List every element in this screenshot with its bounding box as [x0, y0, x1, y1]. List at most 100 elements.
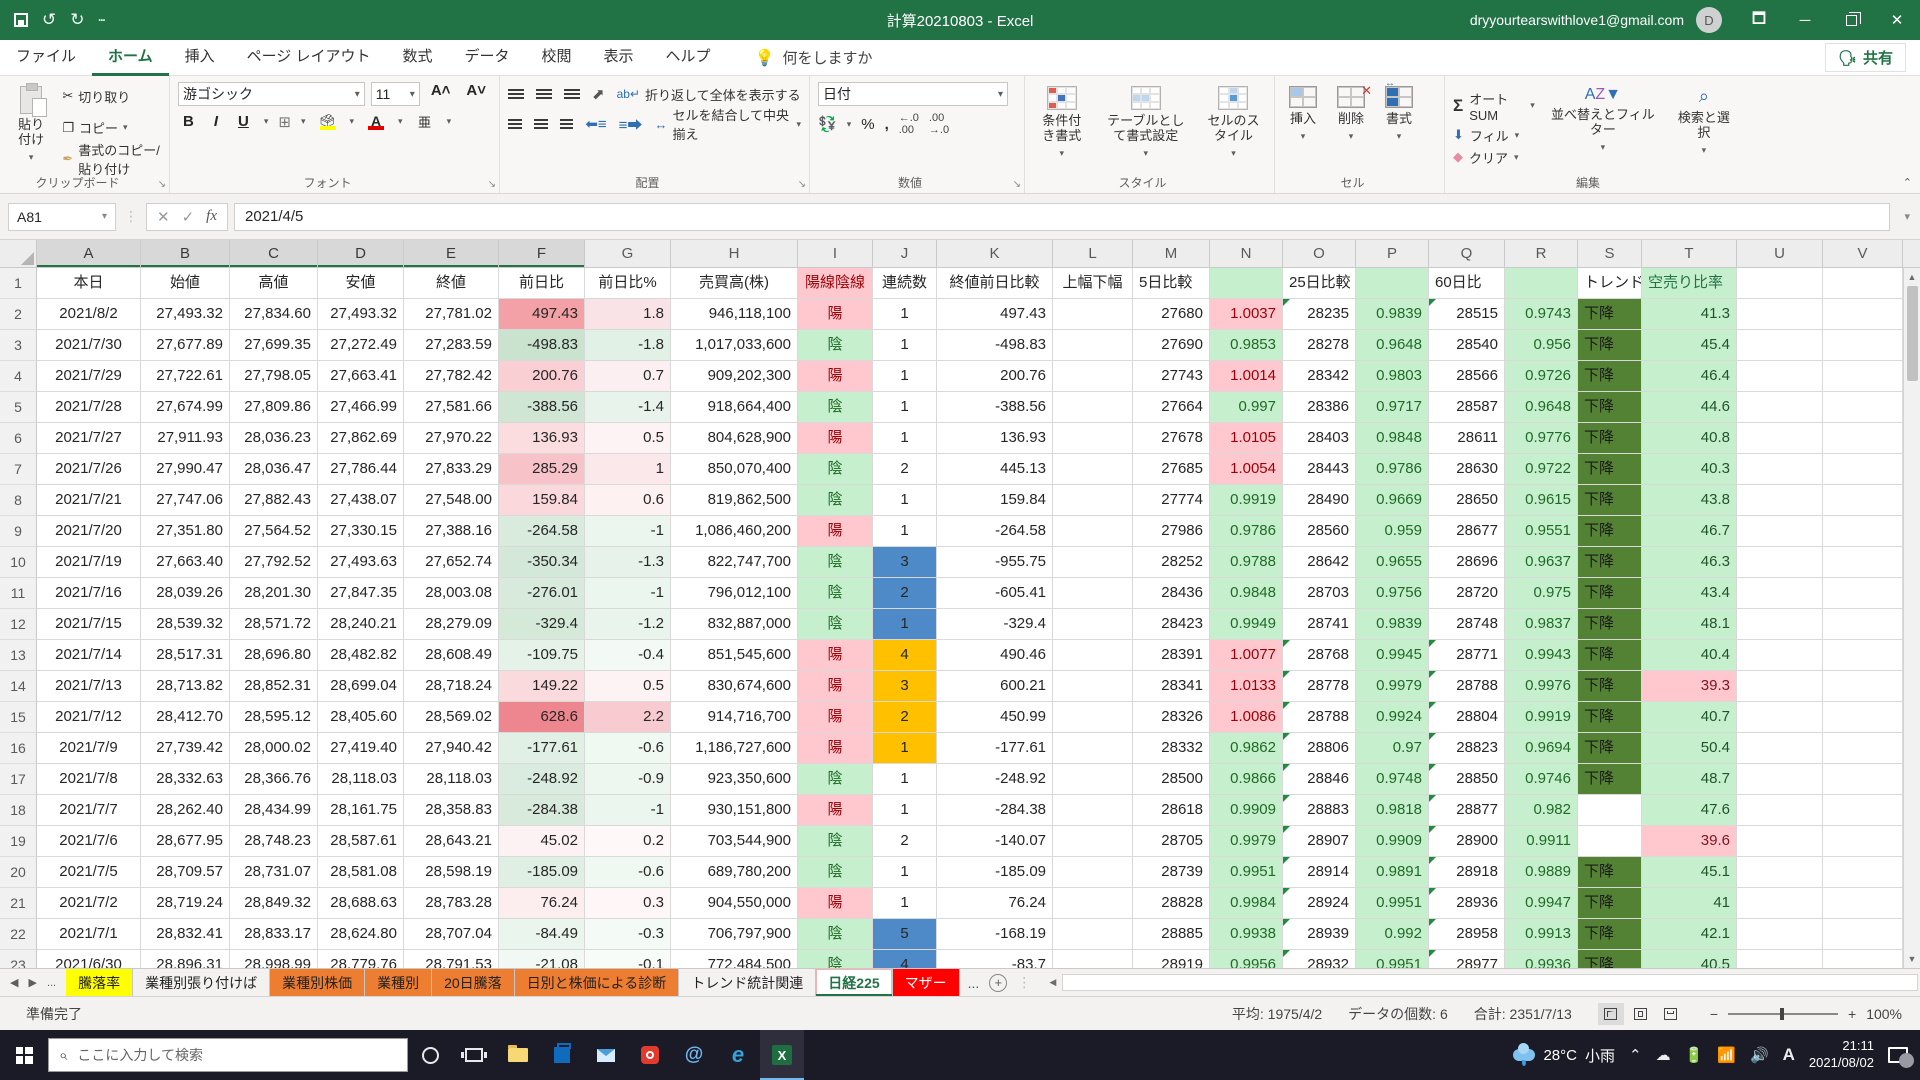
cell[interactable]: 0.9889	[1505, 857, 1578, 888]
cell[interactable]: 0.956	[1505, 330, 1578, 361]
cell-styles-button[interactable]: セルのスタイル▾	[1201, 82, 1266, 173]
cell[interactable]	[1823, 268, 1903, 299]
number-format-combo[interactable]: 日付▾	[818, 82, 1008, 106]
column-header-M[interactable]: M	[1133, 240, 1210, 267]
cell[interactable]: 陽	[798, 733, 873, 764]
row-header-2[interactable]: 2	[0, 299, 37, 330]
customize-qat-icon[interactable]: ┅	[99, 14, 106, 27]
cell[interactable]: 28705	[1133, 826, 1210, 857]
tell-me-box[interactable]: 💡 何をしますか	[755, 47, 873, 68]
cell[interactable]: 28778	[1283, 671, 1356, 702]
cell[interactable]: 804,628,900	[671, 423, 798, 454]
cell[interactable]: 2021/7/13	[37, 671, 141, 702]
cell[interactable]: 28,624.80	[318, 919, 404, 950]
column-header-F[interactable]: F	[499, 240, 585, 267]
cell[interactable]: 0.3	[585, 888, 671, 919]
cell[interactable]: 28900	[1429, 826, 1505, 857]
cell[interactable]: 陽線陰線	[798, 268, 873, 299]
cell[interactable]: 上幅下幅	[1053, 268, 1133, 299]
cell[interactable]: 下降	[1578, 330, 1642, 361]
cell[interactable]: 2021/7/16	[37, 578, 141, 609]
cell[interactable]	[1737, 361, 1823, 392]
cell[interactable]: 0.9786	[1210, 516, 1283, 547]
cell[interactable]: 27,663.41	[318, 361, 404, 392]
cell[interactable]: 1.0077	[1210, 640, 1283, 671]
cell[interactable]: -1	[585, 795, 671, 826]
cell[interactable]	[1823, 857, 1903, 888]
row-header-7[interactable]: 7	[0, 454, 37, 485]
cell[interactable]: 0.9936	[1505, 950, 1578, 968]
cell[interactable]: 1.0086	[1210, 702, 1283, 733]
cell[interactable]: 28,677.95	[141, 826, 230, 857]
cell[interactable]: 27678	[1133, 423, 1210, 454]
cell[interactable]: 27690	[1133, 330, 1210, 361]
autosum-button[interactable]: Σオート SUM▾	[1453, 89, 1535, 123]
cell[interactable]: 27,677.89	[141, 330, 230, 361]
cell[interactable]: -83.7	[937, 950, 1053, 968]
cell[interactable]	[1053, 330, 1133, 361]
column-header-Q[interactable]: Q	[1429, 240, 1505, 267]
row-header-9[interactable]: 9	[0, 516, 37, 547]
fill-color-icon[interactable]: 🗳	[316, 113, 340, 130]
cell[interactable]: 28804	[1429, 702, 1505, 733]
cell[interactable]: 0.9979	[1210, 826, 1283, 857]
cell[interactable]	[1737, 733, 1823, 764]
cell[interactable]	[1053, 609, 1133, 640]
cell[interactable]	[1823, 950, 1903, 968]
cell[interactable]	[1053, 423, 1133, 454]
sheet-tab-業種別張り付けば[interactable]: 業種別張り付けば	[133, 969, 270, 996]
cut-button[interactable]: ✂切り取り	[62, 84, 161, 108]
cell[interactable]: 0.2	[585, 826, 671, 857]
cell[interactable]	[1737, 640, 1823, 671]
cell[interactable]: 28768	[1283, 640, 1356, 671]
cell[interactable]: 0.9694	[1505, 733, 1578, 764]
vertical-scrollbar[interactable]: ▲ ▼	[1903, 268, 1920, 968]
cell[interactable]: 2021/7/27	[37, 423, 141, 454]
cell[interactable]: 28,240.21	[318, 609, 404, 640]
column-header-T[interactable]: T	[1642, 240, 1737, 267]
normal-view-button[interactable]	[1598, 1003, 1624, 1025]
cell[interactable]: 27986	[1133, 516, 1210, 547]
cell[interactable]: 下降	[1578, 516, 1642, 547]
excel-taskbar-icon[interactable]	[760, 1030, 804, 1080]
formula-bar-splitter[interactable]: ⋮	[122, 208, 140, 225]
cell[interactable]: 2021/7/28	[37, 392, 141, 423]
cell[interactable]: 1	[585, 454, 671, 485]
cell[interactable]: 28443	[1283, 454, 1356, 485]
cell[interactable]: 0.9984	[1210, 888, 1283, 919]
column-header-G[interactable]: G	[585, 240, 671, 267]
cell[interactable]	[1053, 640, 1133, 671]
cell[interactable]: 0.9655	[1356, 547, 1429, 578]
zoom-in-icon[interactable]: +	[1848, 1006, 1856, 1022]
cell[interactable]: 946,118,100	[671, 299, 798, 330]
cell[interactable]: 28,998.99	[230, 950, 318, 968]
paste-button[interactable]: 貼り付け▾	[8, 82, 54, 173]
cell[interactable]: 28403	[1283, 423, 1356, 454]
cell[interactable]: 39.6	[1642, 826, 1737, 857]
cell[interactable]: -0.6	[585, 733, 671, 764]
store-icon[interactable]	[540, 1030, 584, 1080]
cell[interactable]: 28650	[1429, 485, 1505, 516]
cell[interactable]: 28391	[1133, 640, 1210, 671]
cell[interactable]: 陽	[798, 671, 873, 702]
cell[interactable]: 689,780,200	[671, 857, 798, 888]
cell[interactable]: 1	[873, 299, 937, 330]
onedrive-cloud-icon[interactable]: ☁	[1656, 1046, 1671, 1064]
cell[interactable]: 46.4	[1642, 361, 1737, 392]
increase-indent-icon[interactable]: ≡⮕	[619, 114, 643, 135]
cell[interactable]	[1737, 795, 1823, 826]
row-header-10[interactable]: 10	[0, 547, 37, 578]
cell[interactable]: 0.9848	[1210, 578, 1283, 609]
scroll-down-icon[interactable]: ▼	[1908, 950, 1917, 968]
cell[interactable]	[1578, 795, 1642, 826]
cell[interactable]: -1	[585, 516, 671, 547]
decrease-decimal-icon[interactable]: .00→.0	[929, 112, 949, 136]
cell[interactable]: -84.49	[499, 919, 585, 950]
cell[interactable]: 28611	[1429, 423, 1505, 454]
cell[interactable]: 0.9748	[1356, 764, 1429, 795]
cell[interactable]	[1053, 516, 1133, 547]
cell[interactable]: 下降	[1578, 640, 1642, 671]
cell[interactable]: 497.43	[499, 299, 585, 330]
row-header-4[interactable]: 4	[0, 361, 37, 392]
cell[interactable]	[1053, 795, 1133, 826]
